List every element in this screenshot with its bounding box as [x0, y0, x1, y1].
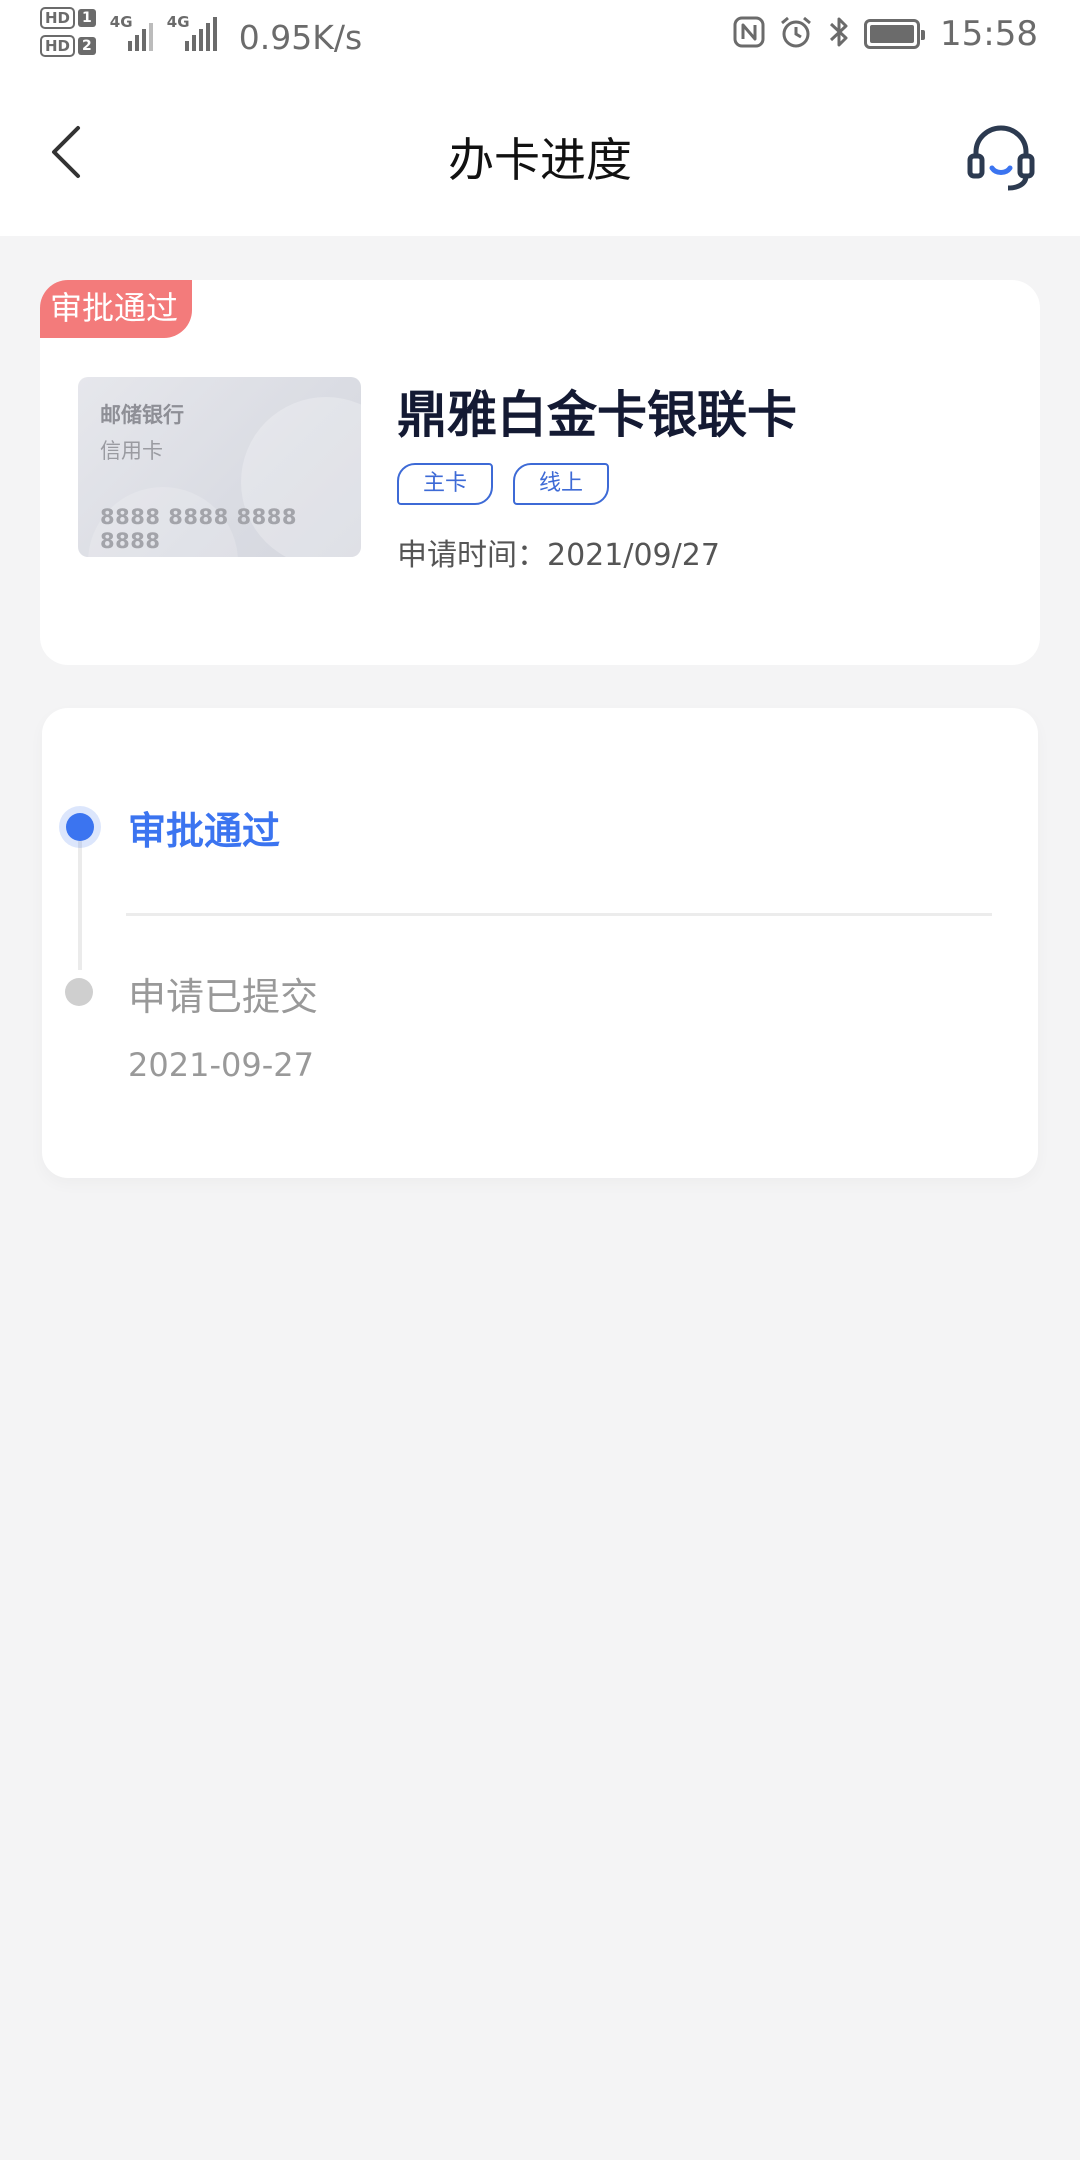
- nav-bar: 办卡进度: [0, 76, 1080, 236]
- card-bank-name: 邮储银行: [100, 403, 184, 427]
- network-speed: 0.95K/s: [238, 18, 363, 57]
- sim-indicators: HD 1 HD 2: [40, 6, 96, 57]
- headset-icon: [967, 125, 1035, 191]
- tag-online: 线上: [513, 463, 610, 505]
- bluetooth-icon: [826, 14, 852, 54]
- network-type-label: 4G: [109, 12, 133, 31]
- tag-primary-card: 主卡: [397, 463, 494, 505]
- card-tags: 主卡 线上: [397, 463, 610, 505]
- status-ribbon: 审批通过: [40, 280, 193, 338]
- progress-timeline: 审批通过 申请已提交 2021-09-27: [42, 708, 1038, 1178]
- clock: 15:58: [940, 14, 1038, 54]
- card-name: 鼎雅白金卡银联卡: [397, 386, 797, 444]
- signal-1-icon: 4G: [110, 9, 153, 55]
- battery-icon: [864, 19, 926, 49]
- sim-1-badge: 1: [78, 8, 96, 27]
- card-number: 8888 8888 8888 8888: [100, 505, 297, 553]
- status-bar: HD 1 HD 2 4G 4G 0.95K/s 15:58: [0, 0, 1080, 76]
- signal-2-icon: 4G: [167, 9, 217, 55]
- step-inactive-dot: [65, 978, 93, 1006]
- timeline-connector: [78, 830, 82, 970]
- network-type-label: 4G: [166, 12, 190, 31]
- status-bar-left: HD 1 HD 2 4G 4G 0.95K/s: [40, 6, 362, 57]
- card-type-label: 信用卡: [100, 439, 163, 463]
- divider: [126, 913, 992, 916]
- step-approved-label: 审批通过: [128, 809, 281, 853]
- hd-badge: HD: [40, 34, 76, 57]
- nfc-icon: [732, 15, 766, 53]
- customer-service-button[interactable]: [962, 118, 1040, 196]
- page-title: 办卡进度: [448, 133, 632, 187]
- sim-2-badge: 2: [78, 36, 96, 55]
- apply-time: 申请时间：2021/09/27: [397, 538, 720, 573]
- status-bar-right: 15:58: [732, 14, 1038, 54]
- step-submitted-label: 申请已提交: [128, 975, 319, 1019]
- step-active-dot: [66, 813, 94, 841]
- credit-card-image: 邮储银行 信用卡 8888 8888 8888 8888: [78, 377, 361, 557]
- card-info-panel: 审批通过 邮储银行 信用卡 8888 8888 8888 8888 鼎雅白金卡银…: [40, 280, 1040, 665]
- alarm-icon: [778, 14, 814, 54]
- hd-badge: HD: [40, 6, 76, 29]
- step-submitted-date: 2021-09-27: [128, 1046, 314, 1084]
